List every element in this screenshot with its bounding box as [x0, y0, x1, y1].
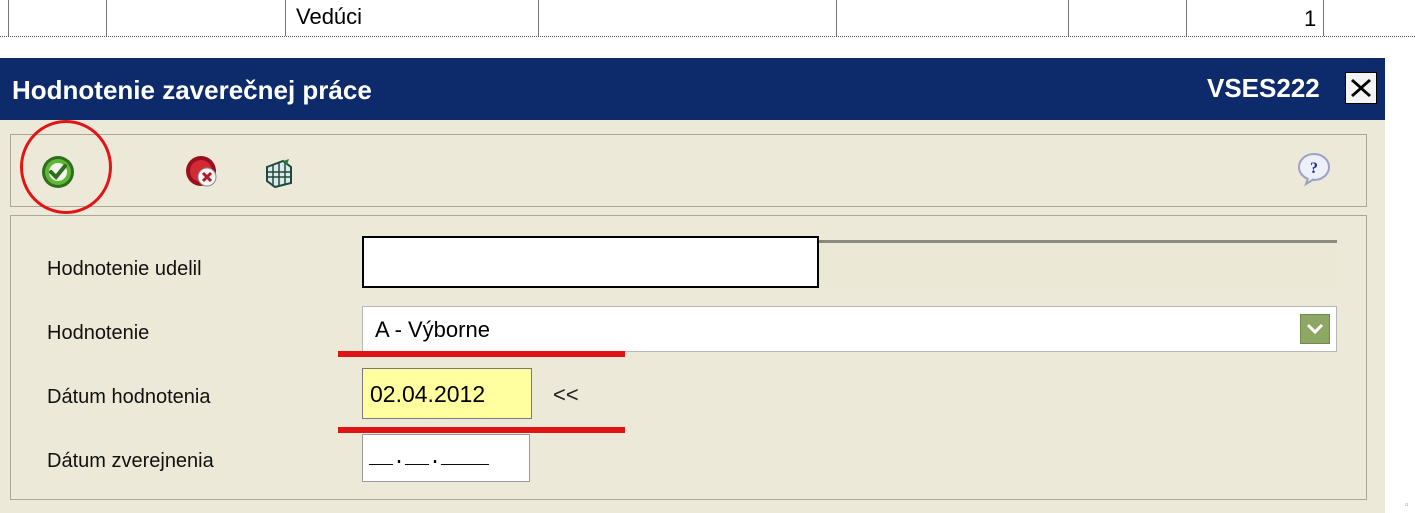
dialog-toolbar: ? — [10, 134, 1367, 207]
annotation-underline-top — [338, 351, 625, 357]
page-background-edge — [1385, 58, 1415, 513]
chevron-down-icon — [1306, 323, 1324, 335]
close-icon — [1351, 79, 1371, 97]
table-column-divider — [1323, 0, 1324, 36]
awarded-by-label: Hodnotenie udelil — [47, 258, 202, 280]
table-cell-count: 1 — [1304, 6, 1317, 31]
grade-select-value: A - Výborne — [375, 317, 490, 342]
pub-date-value: __.__.____ — [369, 447, 490, 470]
dropdown-button[interactable] — [1300, 314, 1330, 344]
grid-button[interactable] — [263, 157, 295, 194]
eval-date-value: 02.04.2012 — [370, 381, 486, 407]
red-x-icon — [186, 156, 217, 187]
help-button[interactable]: ? — [1296, 151, 1332, 192]
table-column-divider — [1068, 0, 1069, 36]
table-cell-role: Vedúci — [296, 4, 363, 29]
table-column-divider — [538, 0, 539, 36]
grade-select[interactable]: A - Výborne — [362, 306, 1337, 352]
pub-date-field[interactable]: __.__.____ — [362, 434, 530, 482]
table-column-divider — [836, 0, 837, 36]
svg-text:?: ? — [1310, 160, 1318, 177]
table-column-divider — [285, 0, 286, 36]
table-column-divider — [8, 0, 9, 36]
dialog-title: Hodnotenie zaverečnej práce — [12, 75, 372, 105]
close-button[interactable] — [1345, 72, 1377, 104]
annotation-circle — [20, 120, 112, 214]
eval-date-field[interactable]: 02.04.2012 — [362, 368, 532, 419]
annotation-underline-bottom — [338, 427, 625, 433]
dialog-code: VSES222 — [1207, 73, 1320, 103]
background-table-row: Vedúci 1 — [0, 0, 1415, 37]
date-picker-button[interactable]: << — [553, 382, 579, 408]
eval-date-label: Dátum hodnotenia — [47, 386, 211, 408]
grade-label: Hodnotenie — [47, 322, 150, 344]
cancel-button[interactable] — [185, 155, 219, 194]
pub-date-label: Dátum zverejnenia — [47, 450, 214, 472]
awarded-by-field[interactable] — [362, 236, 819, 288]
dialog-titlebar: Hodnotenie zaverečnej práce VSES222 — [0, 58, 1385, 120]
table-grid-icon — [266, 159, 292, 189]
table-column-divider — [106, 0, 107, 36]
table-column-divider — [1186, 0, 1187, 36]
help-question-icon: ? — [1298, 153, 1330, 187]
scrollbar-fragment: ▫ — [1405, 500, 1409, 511]
